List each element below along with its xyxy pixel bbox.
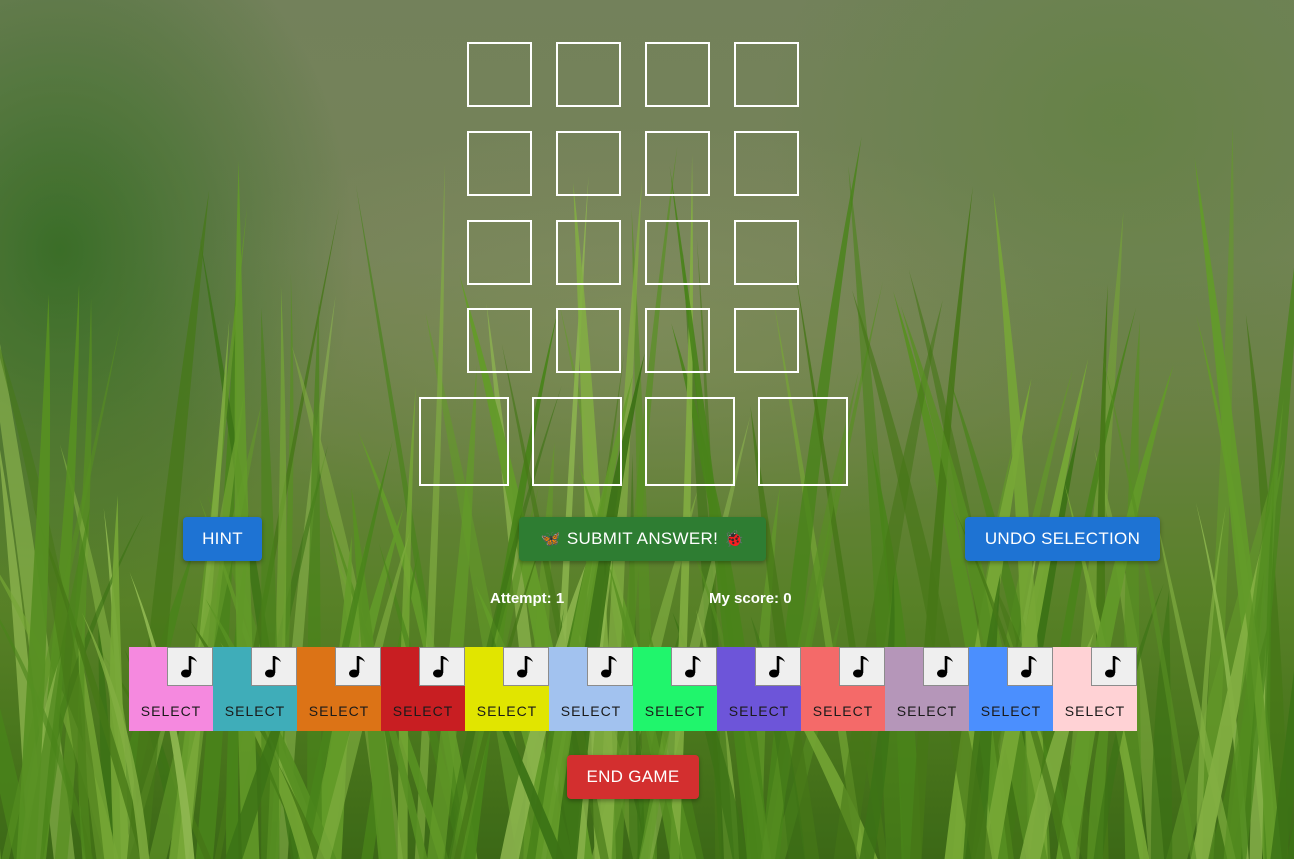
color-tile: SELECT (297, 647, 381, 731)
answer-slot[interactable] (419, 397, 509, 486)
guess-cell[interactable] (645, 131, 710, 196)
play-sound-button[interactable] (671, 647, 717, 686)
color-tile: SELECT (885, 647, 969, 731)
music-note-icon (601, 655, 617, 677)
color-tile: SELECT (801, 647, 885, 731)
submit-answer-button[interactable]: 🦋 SUBMIT ANSWER! 🐞 (519, 517, 766, 561)
guess-cell[interactable] (467, 42, 532, 107)
answer-slot[interactable] (758, 397, 848, 486)
end-game-label: END GAME (586, 767, 680, 786)
color-tile: SELECT (129, 647, 213, 731)
play-sound-button[interactable] (335, 647, 381, 686)
play-sound-button[interactable] (1007, 647, 1053, 686)
play-sound-button[interactable] (923, 647, 969, 686)
hint-button-label: HINT (202, 529, 243, 548)
select-tile-button[interactable]: SELECT (969, 703, 1053, 719)
select-tile-button[interactable]: SELECT (465, 703, 549, 719)
undo-selection-button[interactable]: UNDO SELECTION (965, 517, 1160, 561)
guess-cell[interactable] (645, 42, 710, 107)
guess-cell[interactable] (734, 42, 799, 107)
score-display: My score: 0 (709, 590, 792, 607)
guess-cell[interactable] (467, 220, 532, 285)
select-tile-button[interactable]: SELECT (381, 703, 465, 719)
guess-cell[interactable] (734, 308, 799, 373)
music-note-icon (937, 655, 953, 677)
music-note-icon (517, 655, 533, 677)
guess-cell[interactable] (467, 308, 532, 373)
guess-cell[interactable] (645, 308, 710, 373)
butterfly-icon: 🦋 (540, 531, 561, 548)
guess-cell[interactable] (556, 220, 621, 285)
play-sound-button[interactable] (419, 647, 465, 686)
end-game-button[interactable]: END GAME (567, 755, 699, 799)
guess-cell[interactable] (467, 131, 532, 196)
music-note-icon (853, 655, 869, 677)
guess-cell[interactable] (556, 131, 621, 196)
play-sound-button[interactable] (839, 647, 885, 686)
color-tile: SELECT (213, 647, 297, 731)
color-tile: SELECT (717, 647, 801, 731)
music-note-icon (349, 655, 365, 677)
play-sound-button[interactable] (167, 647, 213, 686)
attempt-counter: Attempt: 1 (490, 590, 565, 607)
music-note-icon (265, 655, 281, 677)
color-tile: SELECT (969, 647, 1053, 731)
select-tile-button[interactable]: SELECT (549, 703, 633, 719)
select-tile-button[interactable]: SELECT (633, 703, 717, 719)
color-tile: SELECT (381, 647, 465, 731)
music-note-icon (685, 655, 701, 677)
play-sound-button[interactable] (503, 647, 549, 686)
select-tile-button[interactable]: SELECT (801, 703, 885, 719)
select-tile-button[interactable]: SELECT (297, 703, 381, 719)
play-sound-button[interactable] (1091, 647, 1137, 686)
answer-slot[interactable] (532, 397, 622, 486)
hint-button[interactable]: HINT (183, 517, 262, 561)
select-tile-button[interactable]: SELECT (213, 703, 297, 719)
color-tile: SELECT (549, 647, 633, 731)
guess-cell[interactable] (734, 131, 799, 196)
music-note-icon (1105, 655, 1121, 677)
select-tile-button[interactable]: SELECT (129, 703, 213, 719)
submit-answer-label: SUBMIT ANSWER! (566, 529, 719, 548)
guess-cell[interactable] (556, 42, 621, 107)
select-tile-button[interactable]: SELECT (717, 703, 801, 719)
color-tile: SELECT (1053, 647, 1137, 731)
guess-cell[interactable] (556, 308, 621, 373)
play-sound-button[interactable] (755, 647, 801, 686)
undo-selection-label: UNDO SELECTION (984, 529, 1141, 548)
answer-slot[interactable] (645, 397, 735, 486)
color-tile: SELECT (465, 647, 549, 731)
guess-cell[interactable] (734, 220, 799, 285)
select-tile-button[interactable]: SELECT (1053, 703, 1137, 719)
music-note-icon (769, 655, 785, 677)
music-note-icon (433, 655, 449, 677)
select-tile-button[interactable]: SELECT (885, 703, 969, 719)
music-note-icon (181, 655, 197, 677)
music-note-icon (1021, 655, 1037, 677)
guess-cell[interactable] (645, 220, 710, 285)
play-sound-button[interactable] (587, 647, 633, 686)
play-sound-button[interactable] (251, 647, 297, 686)
game-screen: HINT 🦋 SUBMIT ANSWER! 🐞 UNDO SELECTION A… (0, 0, 1294, 859)
ladybug-icon: 🐞 (724, 531, 745, 548)
color-tile: SELECT (633, 647, 717, 731)
